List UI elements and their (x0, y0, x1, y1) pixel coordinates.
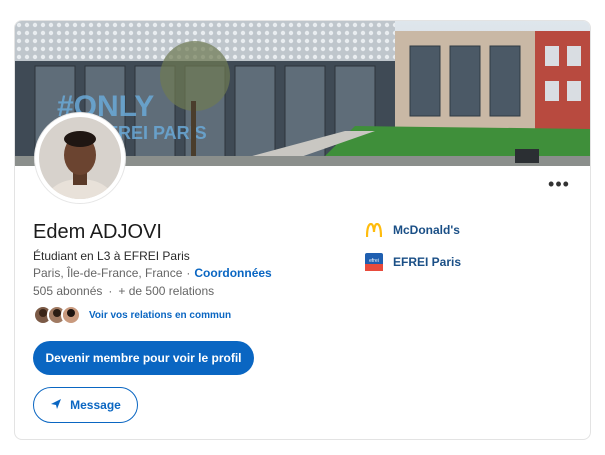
efrei-logo-icon: efrei (365, 253, 383, 271)
more-options-button[interactable]: ••• (546, 174, 572, 194)
experience-item-efrei[interactable]: efrei EFREI Paris (365, 253, 461, 271)
profile-location: Paris, Île-de-France, France (33, 266, 183, 280)
profile-location-row: Paris, Île-de-France, France · Coordonnées (33, 266, 272, 280)
profile-avatar (35, 113, 125, 203)
experience-label: EFREI Paris (393, 255, 462, 269)
mutual-connections[interactable]: Voir vos relations en commun (33, 305, 231, 325)
connections-count: + de 500 relations (118, 284, 215, 298)
separator-dot: · (108, 284, 113, 298)
join-to-view-profile-button[interactable]: Devenir membre pour voir le profil (33, 341, 254, 375)
send-icon (50, 398, 62, 413)
mutual-avatars (33, 305, 81, 325)
svg-text:efrei: efrei (369, 258, 379, 264)
message-button[interactable]: Message (33, 387, 138, 423)
experience-item-mcdonalds[interactable]: McDonald's (365, 221, 460, 239)
profile-name: Edem ADJOVI (33, 221, 162, 243)
profile-stats: 505 abonnés · + de 500 relations (33, 284, 214, 298)
contact-info-link[interactable]: Coordonnées (194, 266, 271, 280)
mutual-connections-link[interactable]: Voir vos relations en commun (89, 310, 231, 321)
mutual-avatar (61, 305, 81, 325)
message-label: Message (70, 398, 121, 412)
mcdonalds-logo-icon (365, 221, 383, 239)
profile-card: #ONLY EFREI PARIS ••• Edem ADJOVI Étudia… (14, 20, 591, 440)
profile-headline: Étudiant en L3 à EFREI Paris (33, 249, 190, 263)
experience-label: McDonald's (393, 223, 460, 237)
separator-dot: · (186, 266, 191, 280)
followers-count: 505 abonnés (33, 284, 103, 298)
